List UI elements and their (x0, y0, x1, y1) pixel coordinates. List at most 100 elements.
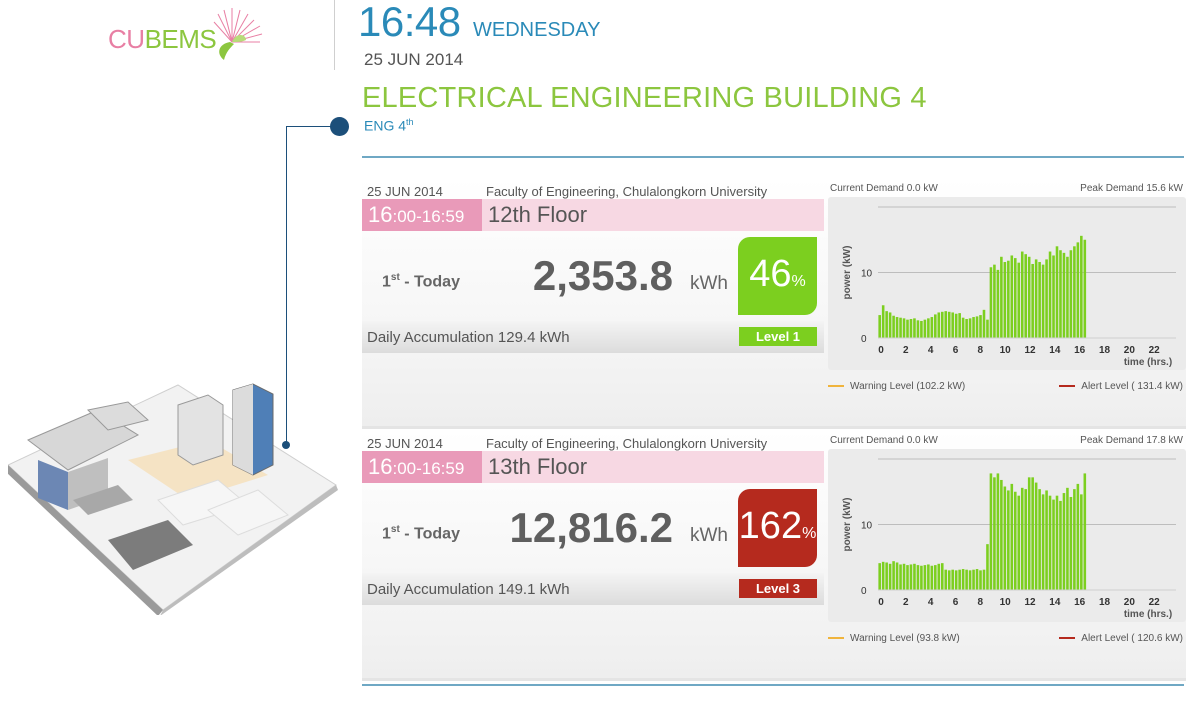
chart-xtick-label: 8 (978, 345, 984, 356)
panel-faculty: Faculty of Engineering, Chulalongkorn Un… (486, 436, 768, 451)
chart-bar (1017, 262, 1021, 338)
chart-bar (916, 565, 920, 590)
chart-bar (1045, 490, 1048, 590)
chart-xtick-label: 0 (878, 345, 884, 356)
chart-bar (944, 311, 948, 338)
percent-sign: % (802, 525, 817, 542)
chart-bar (1024, 254, 1027, 338)
panel-date: 25 JUN 2014 (367, 184, 443, 199)
alert-legend-label: Alert Level ( 131.4 kW) (1081, 381, 1183, 392)
chart-bar (930, 317, 934, 338)
panel-shadow (362, 426, 1186, 429)
chart-bar (1083, 473, 1087, 590)
chart-bar (1003, 486, 1007, 590)
chart-ytick-label: 0 (861, 586, 867, 597)
daily-accumulation: Daily Accumulation 129.4 kWh (367, 329, 570, 346)
power-chart: 0 10 0 2 4 6 8 10 12 14 16 18 20 22 power (kW) time (hr… (842, 206, 1176, 368)
chart-bar (913, 563, 916, 590)
chart-bar (1045, 259, 1048, 338)
demand-chart-area: Current Demand 0.0 kW Peak Demand 17.8 k… (828, 430, 1186, 678)
chart-bar (934, 314, 937, 338)
time-range-box: 16:00-16:59 (362, 451, 482, 483)
floor-panel-12[interactable]: 25 JUN 2014 Faculty of Engineering, Chul… (362, 178, 1186, 429)
chart-ytick-label: 10 (861, 521, 873, 532)
chart-bar (1027, 477, 1031, 590)
chart-xtick-label: 4 (928, 597, 934, 608)
chart-bar (895, 562, 899, 590)
rank-number: 1 (382, 525, 391, 543)
chart-bar (993, 477, 996, 590)
chart-bar (1080, 494, 1083, 590)
chart-bar (906, 319, 909, 338)
chart-xtick-label: 12 (1024, 597, 1036, 608)
chart-bar (1076, 483, 1080, 590)
current-date: 25 JUN 2014 (364, 50, 464, 69)
chart-bar (982, 309, 986, 338)
percent-value: 46 (749, 253, 792, 295)
campus-building-illustration[interactable] (8, 380, 338, 615)
energy-value: 12,816.2 (509, 504, 674, 551)
time-floor-bar: 16:00-16:59 12th Floor (362, 199, 824, 231)
chart-xtick-label: 22 (1149, 597, 1161, 608)
level-badge: Level 3 (739, 579, 817, 598)
chart-bar (965, 569, 968, 590)
chart-bar (1055, 495, 1059, 590)
warning-swatch (828, 385, 844, 388)
chart-bar (968, 318, 972, 338)
chart-xtick-label: 2 (903, 597, 909, 608)
time-range-start: 16 (368, 202, 393, 227)
rank-suffix: st (390, 272, 400, 283)
floor-name: 12th Floor (488, 202, 588, 227)
chart-xtick-label: 14 (1049, 597, 1061, 608)
chart-xtick-label: 8 (978, 597, 984, 608)
chart-bar (1055, 246, 1059, 338)
chart-bar (1000, 256, 1003, 338)
chart-bar (920, 320, 923, 338)
chart-bar (1076, 242, 1080, 338)
rank-period: - Today (399, 273, 460, 291)
chart-bar (1000, 479, 1003, 590)
time-range-box: 16:00-16:59 (362, 199, 482, 231)
alert-legend-label: Alert Level ( 120.6 kW) (1081, 633, 1183, 644)
chart-bar (996, 473, 1000, 590)
chart-xlabel: time (hrs.) (1124, 609, 1172, 620)
chart-bar (1027, 256, 1031, 338)
alert-swatch (1059, 637, 1076, 640)
peak-demand: Peak Demand 15.6 kW (1080, 183, 1183, 194)
rank-label: 1st - Today (382, 272, 460, 291)
chart-bar (881, 305, 885, 338)
rank-number: 1 (382, 273, 391, 291)
chart-bar (972, 317, 975, 338)
chart-bar (1038, 262, 1041, 338)
chart-bar (1007, 490, 1010, 590)
current-demand: Current Demand 0.0 kW (830, 183, 938, 194)
chart-ylabel: power (kW) (842, 498, 853, 552)
building-subtitle: ENG 4th (364, 117, 414, 134)
chart-bar (975, 569, 979, 590)
chart-bar (958, 569, 961, 590)
chart-xtick-label: 4 (928, 345, 934, 356)
header-divider (334, 0, 335, 70)
chart-bar (930, 565, 934, 590)
chart-bar (1048, 495, 1052, 590)
chart-bar (993, 264, 996, 338)
chart-bar (1020, 487, 1024, 590)
logo-leaf-icon (213, 8, 263, 60)
chart-xtick-label: 6 (953, 597, 959, 608)
chart-bar (881, 561, 885, 590)
chart-bar (888, 563, 892, 590)
chart-bar (996, 269, 1000, 338)
chart-bar (989, 267, 993, 338)
rank-suffix: st (390, 524, 400, 535)
alert-swatch (1059, 385, 1076, 388)
percent-badge: 46% (738, 237, 817, 315)
chart-bar (902, 318, 906, 338)
weekday-label: WEDNESDAY (473, 19, 601, 41)
floor-panel-13[interactable]: 25 JUN 2014 Faculty of Engineering, Chul… (362, 430, 1186, 681)
chart-bar (1048, 251, 1052, 338)
chart-bar (1062, 252, 1066, 338)
power-chart: 0 10 0 2 4 6 8 10 12 14 16 18 20 22 power (kW) time (hr… (842, 458, 1176, 620)
chart-bar (1059, 500, 1062, 590)
chart-bar (899, 564, 902, 590)
chart-bar (954, 570, 958, 590)
